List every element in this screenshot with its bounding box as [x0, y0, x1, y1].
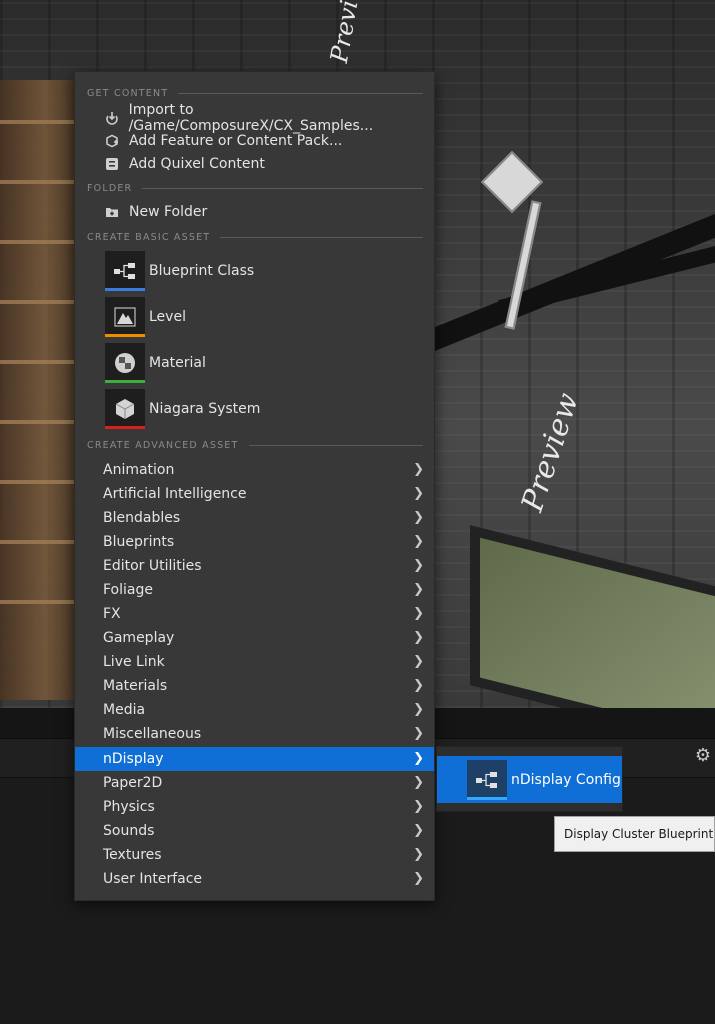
- menu-item-label: Add Feature or Content Pack...: [129, 132, 343, 149]
- chevron-right-icon: ❯: [413, 871, 424, 886]
- chevron-right-icon: ❯: [413, 775, 424, 790]
- tooltip: Display Cluster Blueprint: [554, 816, 715, 852]
- menu-item-label: Niagara System: [149, 401, 261, 417]
- new-folder-menu-item[interactable]: New Folder: [75, 200, 434, 223]
- section-header-get-content: GET CONTENT: [87, 86, 423, 100]
- section-header-advanced-asset: CREATE ADVANCED ASSET: [87, 438, 423, 452]
- asset-color-bar: [105, 334, 145, 337]
- menu-item-label: New Folder: [129, 203, 208, 220]
- section-header-basic-asset: CREATE BASIC ASSET: [87, 230, 423, 244]
- gear-icon[interactable]: ⚙: [693, 746, 713, 766]
- chevron-right-icon: ❯: [413, 630, 424, 645]
- chevron-right-icon: ❯: [413, 823, 424, 838]
- submenu-foliage[interactable]: Foliage ❯: [75, 578, 434, 602]
- submenu-blueprints[interactable]: Blueprints ❯: [75, 530, 434, 554]
- ndisplay-config-icon: [467, 759, 507, 800]
- submenu-user-interface[interactable]: User Interface ❯: [75, 867, 434, 891]
- menu-item-label: Level: [149, 309, 186, 325]
- submenu-live-link[interactable]: Live Link ❯: [75, 650, 434, 674]
- asset-color-bar: [467, 796, 507, 800]
- add-quixel-menu-item[interactable]: Add Quixel Content: [75, 152, 434, 175]
- menu-item-label: nDisplay Config: [511, 771, 621, 788]
- submenu-paper2d[interactable]: Paper2D ❯: [75, 771, 434, 795]
- niagara-system-menu-item[interactable]: Niagara System: [75, 387, 434, 431]
- blueprint-icon: [105, 251, 145, 291]
- chevron-right-icon: ❯: [413, 510, 424, 525]
- submenu-textures[interactable]: Textures ❯: [75, 843, 434, 867]
- chevron-right-icon: ❯: [413, 558, 424, 573]
- chevron-right-icon: ❯: [413, 606, 424, 621]
- submenu-artificial-intelligence[interactable]: Artificial Intelligence ❯: [75, 482, 434, 506]
- material-menu-item[interactable]: Material: [75, 341, 434, 385]
- chevron-right-icon: ❯: [413, 751, 424, 766]
- chevron-right-icon: ❯: [413, 654, 424, 669]
- chevron-right-icon: ❯: [413, 726, 424, 741]
- submenu-miscellaneous[interactable]: Miscellaneous ❯: [75, 722, 434, 746]
- menu-item-label: Add Quixel Content: [129, 155, 265, 172]
- chevron-right-icon: ❯: [413, 702, 424, 717]
- ndisplay-submenu: nDisplay Config: [436, 746, 623, 812]
- chevron-right-icon: ❯: [413, 462, 424, 477]
- chevron-right-icon: ❯: [413, 799, 424, 814]
- chevron-right-icon: ❯: [413, 678, 424, 693]
- submenu-physics[interactable]: Physics ❯: [75, 795, 434, 819]
- window: [470, 525, 715, 708]
- add-feature-pack-menu-item[interactable]: Add Feature or Content Pack...: [75, 129, 434, 152]
- niagara-icon: [105, 389, 145, 429]
- material-icon: [105, 343, 145, 383]
- blueprint-class-menu-item[interactable]: Blueprint Class: [75, 249, 434, 293]
- chevron-right-icon: ❯: [413, 534, 424, 549]
- submenu-ndisplay[interactable]: nDisplay ❯: [75, 747, 434, 771]
- level-menu-item[interactable]: Level: [75, 295, 434, 339]
- preview-text: Preview: [515, 388, 587, 516]
- asset-color-bar: [105, 426, 145, 429]
- submenu-animation[interactable]: Animation ❯: [75, 458, 434, 482]
- submenu-materials[interactable]: Materials ❯: [75, 674, 434, 698]
- chevron-right-icon: ❯: [413, 847, 424, 862]
- asset-color-bar: [105, 288, 145, 291]
- import-icon: [104, 110, 120, 126]
- submenu-gameplay[interactable]: Gameplay ❯: [75, 626, 434, 650]
- preview-text: Preview: [325, 0, 370, 65]
- import-menu-item[interactable]: Import to /Game/ComposureX/CX_Samples...: [75, 102, 434, 134]
- menu-item-label: Blueprint Class: [149, 263, 255, 279]
- submenu-sounds[interactable]: Sounds ❯: [75, 819, 434, 843]
- submenu-fx[interactable]: FX ❯: [75, 602, 434, 626]
- menu-item-label: Material: [149, 355, 206, 371]
- asset-color-bar: [105, 380, 145, 383]
- add-content-menu: GET CONTENT Import to /Game/ComposureX/C…: [74, 71, 435, 901]
- ndisplay-config-menu-item[interactable]: nDisplay Config: [437, 756, 622, 803]
- chevron-right-icon: ❯: [413, 582, 424, 597]
- level-icon: [105, 297, 145, 337]
- new-folder-icon: [104, 204, 120, 220]
- submenu-editor-utilities[interactable]: Editor Utilities ❯: [75, 554, 434, 578]
- chevron-right-icon: ❯: [413, 486, 424, 501]
- submenu-blendables[interactable]: Blendables ❯: [75, 506, 434, 530]
- section-header-folder: FOLDER: [87, 181, 423, 195]
- quixel-icon: [104, 156, 120, 172]
- feature-pack-icon: [104, 133, 120, 149]
- submenu-media[interactable]: Media ❯: [75, 698, 434, 722]
